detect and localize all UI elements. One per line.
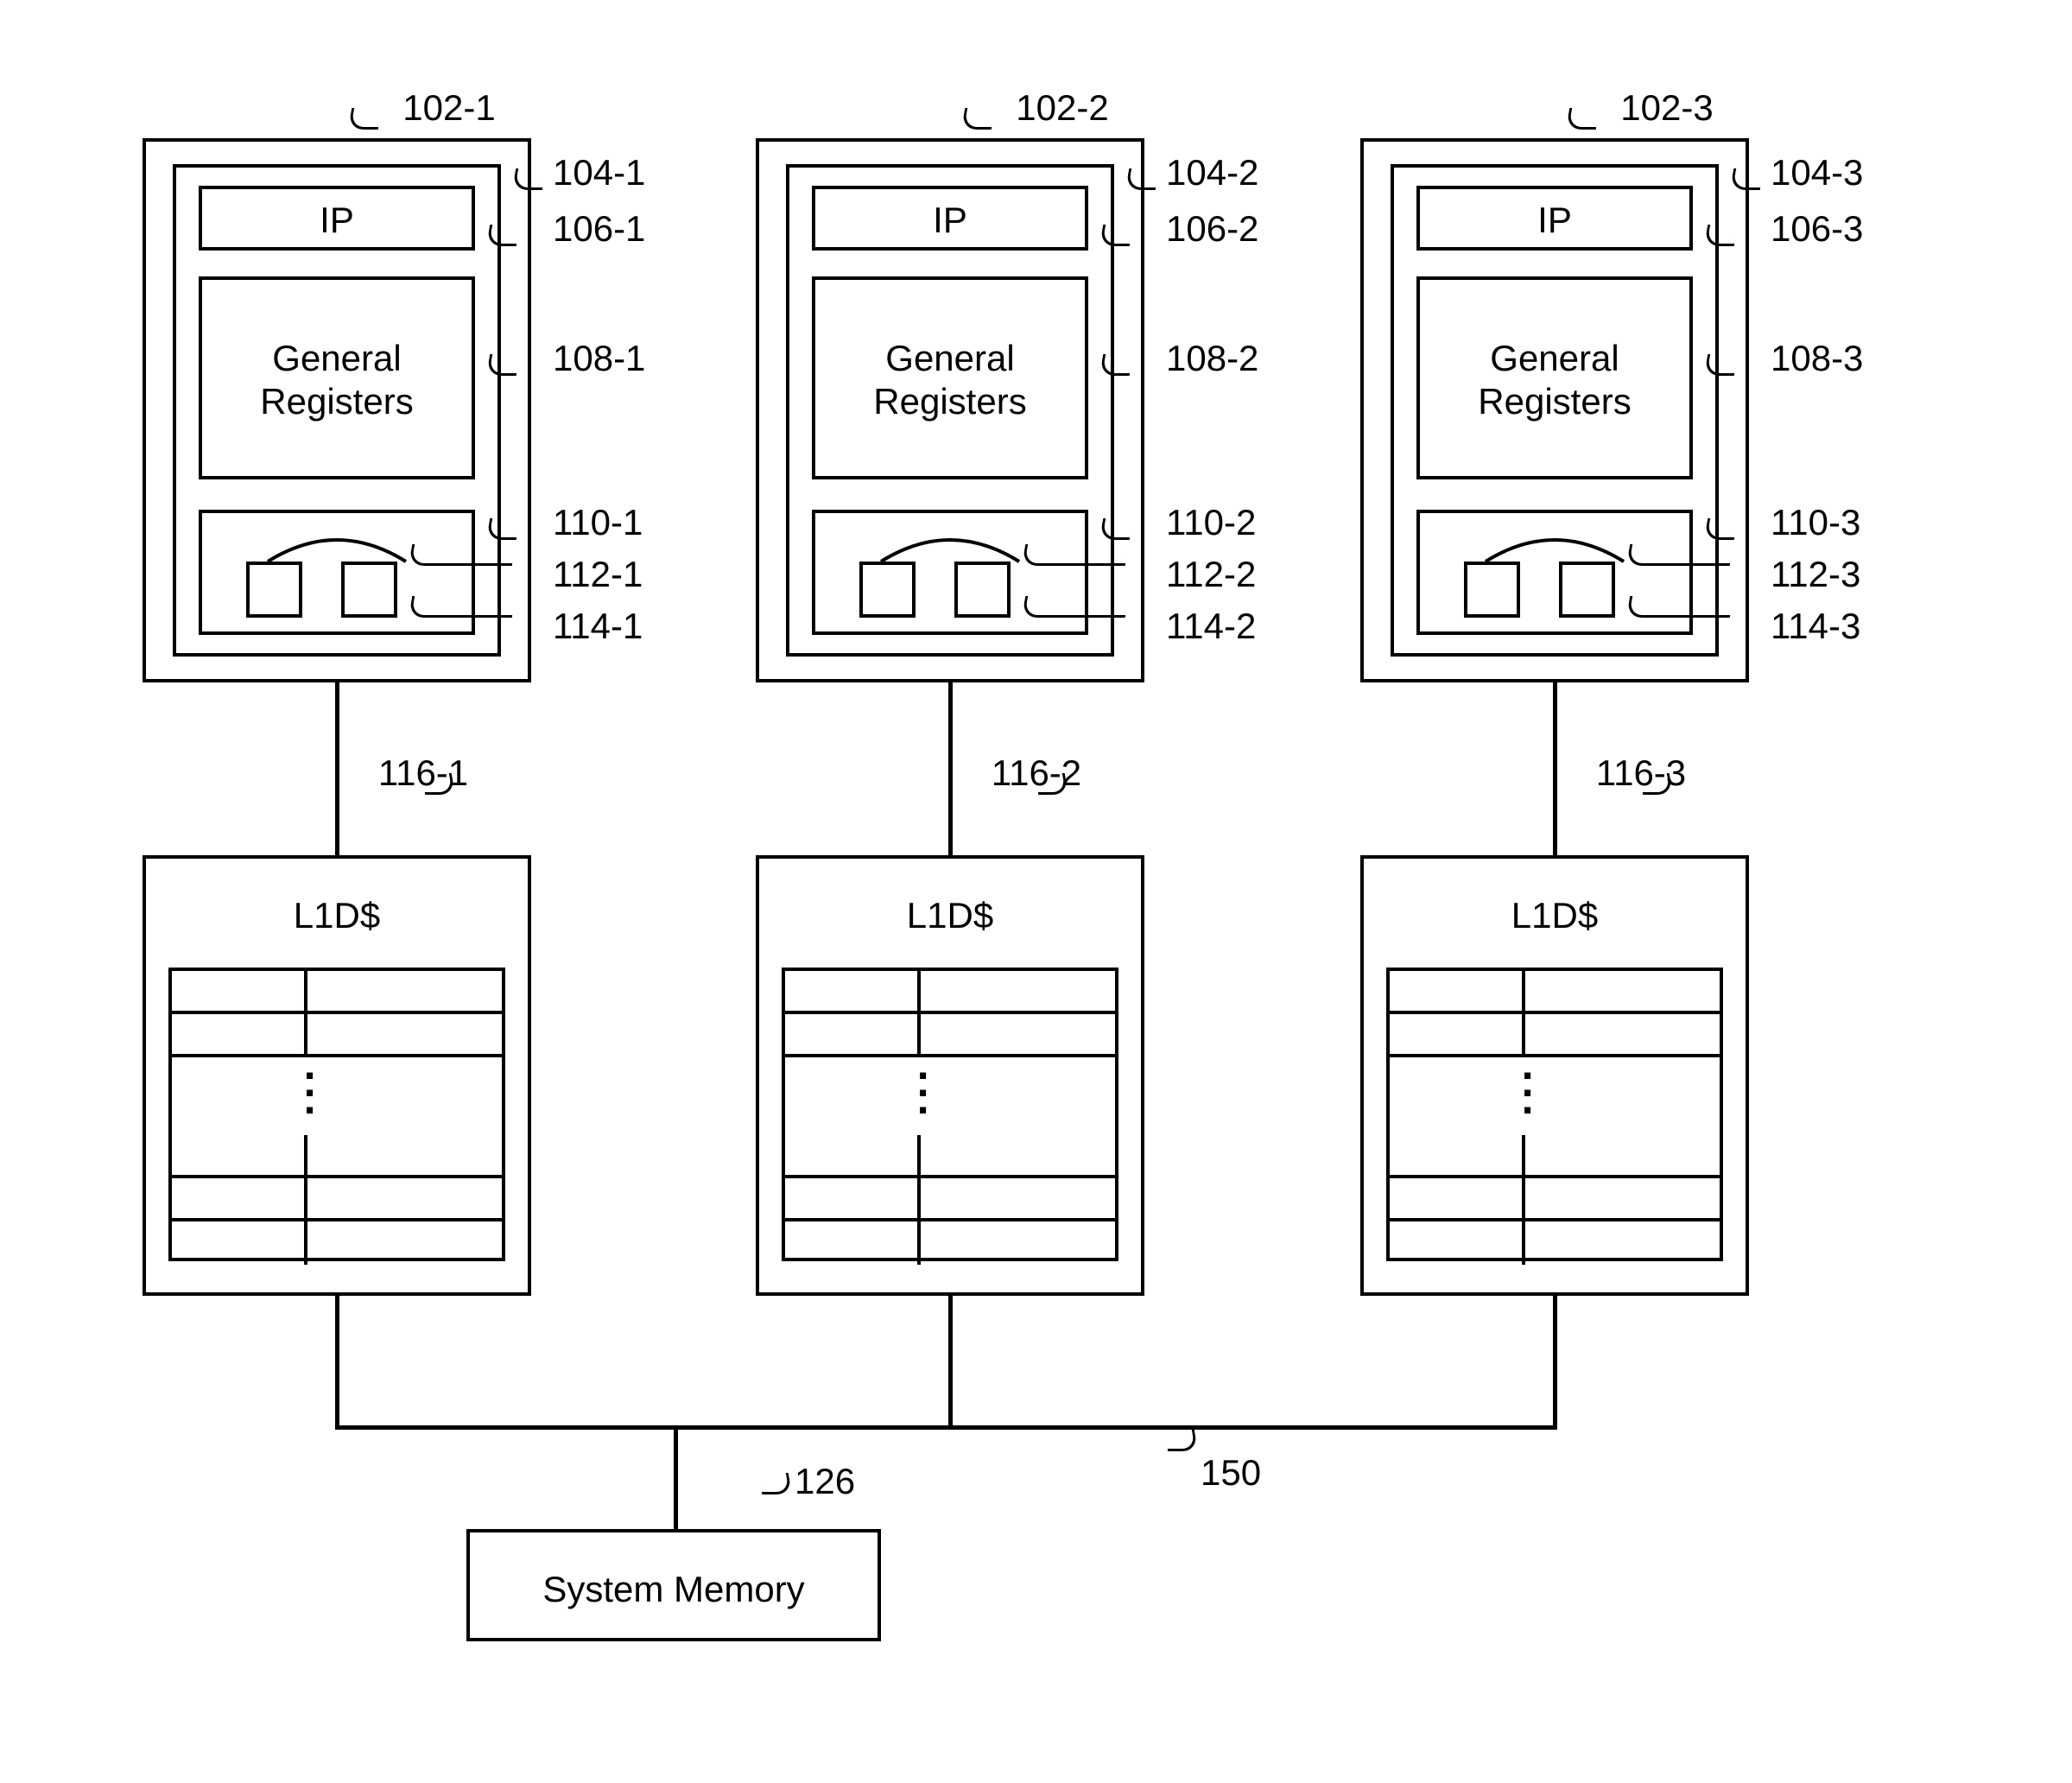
bus-drop-3 <box>1553 1296 1557 1425</box>
ip-label-3: IP <box>1416 199 1693 242</box>
ref-106-3: 106-3 <box>1771 207 1900 251</box>
ref-106-1: 106-1 <box>553 207 682 251</box>
ref-102-2: 102-2 <box>998 86 1127 130</box>
bus-drop-2 <box>948 1296 953 1425</box>
ref-110-3: 110-3 <box>1771 501 1900 544</box>
ref-110-2: 110-2 <box>1166 501 1296 544</box>
gr-label-1: General Registers <box>199 337 475 424</box>
cell-arc-2 <box>872 527 1028 570</box>
ref-110-1: 110-1 <box>553 501 682 544</box>
ref-tick <box>1626 544 1733 566</box>
ip-label-2: IP <box>812 199 1088 242</box>
cell-arc-1 <box>259 527 415 570</box>
conn-cpu-l1-3 <box>1553 682 1557 855</box>
bus-to-mem <box>674 1425 678 1529</box>
system-memory-label: System Memory <box>466 1568 881 1611</box>
ref-126: 126 <box>795 1460 881 1503</box>
bus-horizontal <box>335 1425 1557 1430</box>
gr-label-3: General Registers <box>1416 337 1693 424</box>
ref-tick <box>1566 108 1600 130</box>
l1d-label-3: L1D$ <box>1360 894 1749 937</box>
l1d-label-2: L1D$ <box>756 894 1144 937</box>
ref-116-1: 116-1 <box>358 752 488 795</box>
cache-table-1 <box>168 968 505 1261</box>
ref-tick <box>1022 596 1129 618</box>
ref-106-2: 106-2 <box>1166 207 1296 251</box>
gr-label-2: General Registers <box>812 337 1088 424</box>
bus-drop-1 <box>335 1296 339 1425</box>
ref-112-2: 112-2 <box>1166 553 1296 596</box>
ref-tick <box>409 596 516 618</box>
conn-cpu-l1-2 <box>948 682 953 855</box>
ref-102-3: 102-3 <box>1602 86 1732 130</box>
ref-112-3: 112-3 <box>1771 553 1900 596</box>
cache-table-2 <box>782 968 1118 1261</box>
ref-tick <box>1022 544 1129 566</box>
table-dots-3: ··· <box>1520 1058 1537 1127</box>
ref-108-1: 108-1 <box>553 337 682 380</box>
ref-tick <box>409 544 516 566</box>
l1d-label-1: L1D$ <box>143 894 531 937</box>
ref-tick <box>1164 1430 1198 1451</box>
cache-table-3 <box>1386 968 1723 1261</box>
ref-104-1: 104-1 <box>553 151 682 194</box>
ref-116-2: 116-2 <box>972 752 1101 795</box>
table-dots-1: ··· <box>302 1058 320 1127</box>
ref-108-3: 108-3 <box>1771 337 1900 380</box>
ref-tick <box>758 1473 792 1494</box>
ref-114-1: 114-1 <box>553 605 682 648</box>
ref-tick <box>1626 596 1733 618</box>
ref-102-1: 102-1 <box>384 86 514 130</box>
conn-cpu-l1-1 <box>335 682 339 855</box>
ref-tick <box>348 108 382 130</box>
cell-arc-3 <box>1477 527 1632 570</box>
ip-label-1: IP <box>199 199 475 242</box>
ref-104-3: 104-3 <box>1771 151 1900 194</box>
ref-150: 150 <box>1201 1451 1287 1494</box>
ref-104-2: 104-2 <box>1166 151 1296 194</box>
table-dots-2: ··· <box>916 1058 933 1127</box>
ref-112-1: 112-1 <box>553 553 682 596</box>
ref-116-3: 116-3 <box>1576 752 1706 795</box>
ref-tick <box>961 108 995 130</box>
ref-114-3: 114-3 <box>1771 605 1900 648</box>
ref-114-2: 114-2 <box>1166 605 1296 648</box>
ref-108-2: 108-2 <box>1166 337 1296 380</box>
